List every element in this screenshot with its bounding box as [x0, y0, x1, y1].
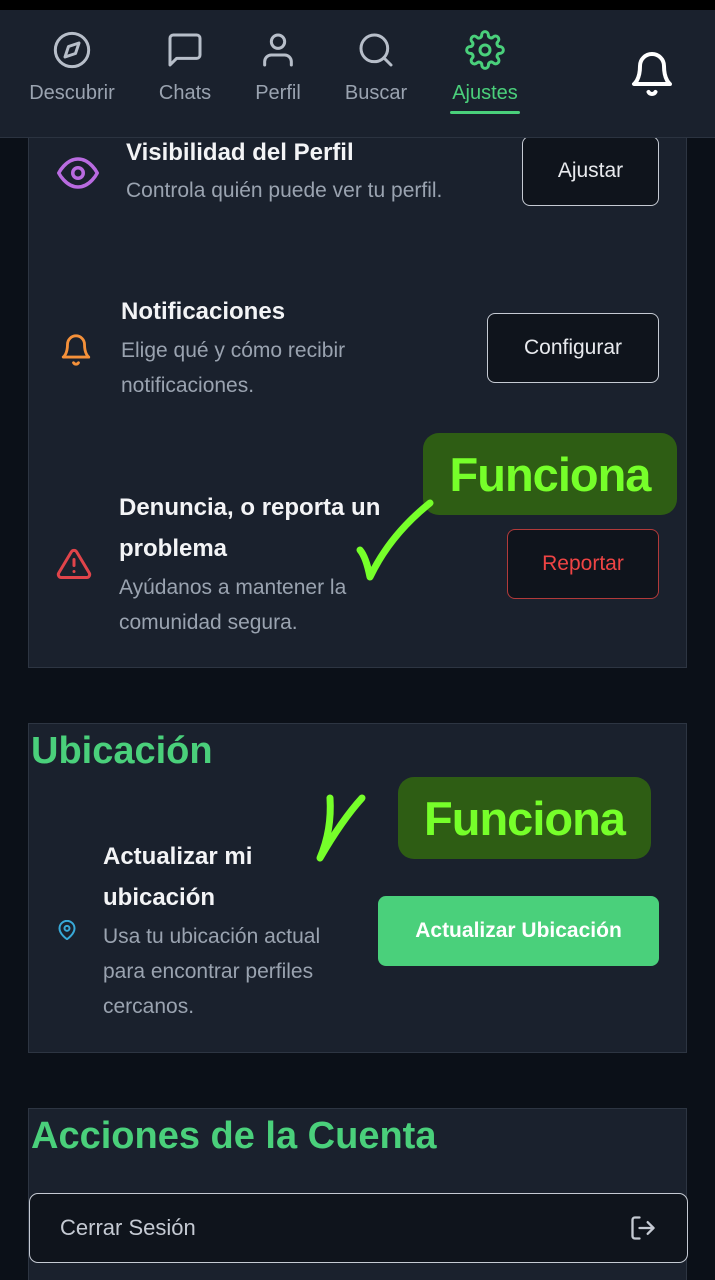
report-description-line1: Ayúdanos a mantener la [119, 576, 347, 599]
notifications-description-line2: notificaciones. [121, 374, 255, 397]
update-location-description-line3: cercanos. [103, 995, 195, 1018]
settings-screen: Descubrir Chats Perfil Buscar Ajustes Vi… [0, 0, 715, 1280]
annotation-note-report: Funciona [423, 433, 677, 515]
visibility-title: Visibilidad del Perfil [126, 139, 354, 166]
update-location-title-line1: Actualizar mi [103, 843, 253, 870]
nav-tab-perfil[interactable]: Perfil [228, 30, 328, 105]
nav-tab-chats[interactable]: Chats [135, 30, 235, 105]
location-card: Ubicación Actualizar mi ubicación Usa tu… [28, 723, 687, 1053]
eye-icon [57, 157, 99, 189]
top-nav-bar: Descubrir Chats Perfil Buscar Ajustes [0, 0, 715, 138]
check-mark-icon [356, 499, 434, 581]
account-section-title: Acciones de la Cuenta [31, 1115, 437, 1157]
gear-icon [465, 30, 505, 70]
check-mark-icon [316, 794, 366, 862]
bell-icon [61, 334, 91, 366]
adjust-visibility-button[interactable]: Ajustar [522, 136, 659, 206]
map-pin-icon [58, 920, 76, 940]
update-location-description-line1: Usa tu ubicación actual [103, 925, 321, 948]
nav-label-chats: Chats [158, 82, 212, 104]
update-location-description-line2: para encontrar perfiles [103, 960, 314, 983]
logout-button[interactable]: Cerrar Sesión [29, 1193, 688, 1263]
warning-icon [56, 548, 92, 579]
nav-tab-buscar[interactable]: Buscar [326, 30, 426, 105]
visibility-description: Controla quién puede ver tu perfil. [126, 179, 443, 202]
update-location-title-line2: ubicación [103, 884, 216, 911]
notifications-description-line1: Elige qué y cómo recibir [121, 339, 346, 362]
nav-tab-descubrir[interactable]: Descubrir [22, 30, 122, 105]
logout-icon [631, 1216, 655, 1240]
active-tab-indicator [450, 111, 520, 114]
nav-label-perfil: Perfil [255, 82, 301, 104]
nav-tab-ajustes[interactable]: Ajustes [435, 30, 535, 105]
compass-icon [53, 31, 91, 69]
search-icon [359, 33, 393, 67]
logout-label: Cerrar Sesión [60, 1215, 196, 1240]
report-button[interactable]: Reportar [507, 529, 659, 599]
account-actions-card: Acciones de la Cuenta Cerrar Sesión [28, 1108, 688, 1280]
report-title-line1: Denuncia, o reporta un [119, 494, 381, 521]
notifications-title: Notificaciones [121, 298, 286, 325]
nav-label-descubrir: Descubrir [29, 82, 115, 104]
user-icon [263, 33, 293, 67]
bell-icon [632, 52, 672, 96]
annotation-note-location: Funciona [398, 777, 651, 859]
nav-label-buscar: Buscar [344, 82, 408, 104]
report-description-line2: comunidad segura. [119, 611, 298, 634]
nav-label-ajustes: Ajustes [452, 82, 518, 104]
configure-notifications-button[interactable]: Configurar [487, 313, 659, 383]
notifications-button[interactable] [628, 50, 676, 98]
report-title-line2: problema [119, 535, 228, 562]
update-location-button[interactable]: Actualizar Ubicación [378, 896, 659, 966]
location-section-title: Ubicación [31, 730, 213, 772]
chat-icon [168, 33, 202, 67]
